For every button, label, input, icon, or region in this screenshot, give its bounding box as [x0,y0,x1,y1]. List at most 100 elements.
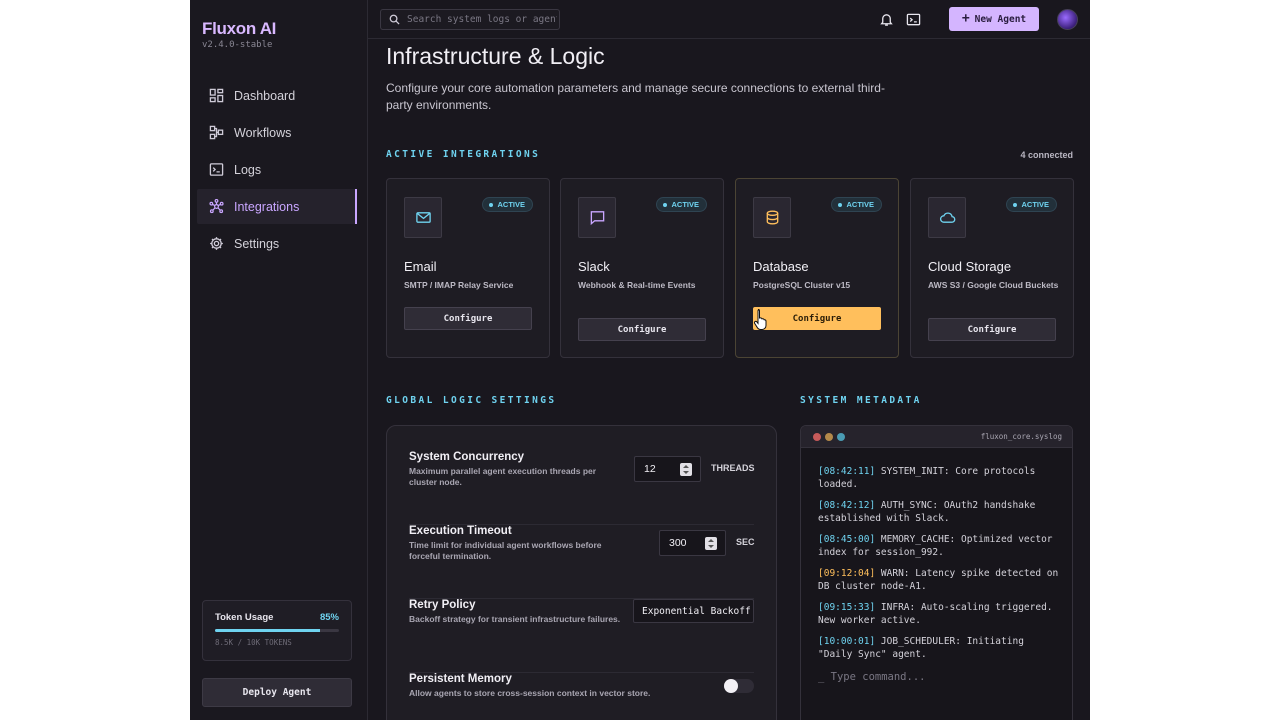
token-usage-detail: 8.5K / 10K TOKENS [215,638,292,647]
mail-icon [415,212,431,223]
app-window: Fluxon AI v2.4.0-stable Dashboard Workfl… [190,0,1090,720]
app-version: v2.4.0-stable [202,40,273,50]
persistent-memory-toggle[interactable] [724,679,754,693]
status-badge: ACTIVE [831,197,882,212]
status-badge: ACTIVE [656,197,707,212]
global-logic-settings-heading: GLOBAL LOGIC SETTINGS [386,395,557,406]
sidebar-item-logs[interactable]: Logs [197,152,357,187]
sidebar-item-label: Logs [234,162,262,177]
setting-concurrency: System Concurrency Maximum parallel agen… [409,451,755,525]
dashboard-icon [209,88,224,103]
sidebar-item-label: Integrations [234,199,300,214]
search-box[interactable] [380,9,560,30]
log-timestamp: [09:12:04] [818,568,876,579]
log-entry: [10:00:01] JOB_SCHEDULER: Initiating "Da… [818,635,1060,661]
sidebar-item-label: Dashboard [234,88,296,103]
configure-email-button[interactable]: Configure [404,307,532,330]
new-agent-button[interactable]: + New Agent [949,7,1039,31]
log-entry: [08:42:11] SYSTEM_INIT: Core protocols l… [818,465,1060,491]
terminal-icon[interactable] [906,12,921,27]
new-agent-label: New Agent [974,13,1027,25]
database-icon [766,210,778,225]
sidebar-item-dashboard[interactable]: Dashboard [197,78,357,113]
sidebar: Fluxon AI v2.4.0-stable Dashboard Workfl… [190,0,368,720]
concurrency-stepper[interactable]: 12 [634,456,701,482]
integration-description: AWS S3 / Google Cloud Buckets [928,280,1059,290]
integration-name: Cloud Storage [928,259,1012,274]
integration-description: SMTP / IMAP Relay Service [404,280,514,290]
log-timestamp: [10:00:01] [818,636,876,647]
setting-description: Time limit for individual agent workflow… [409,540,602,561]
system-metadata-heading: SYSTEM METADATA [800,395,922,406]
token-usage-percent: 85% [319,612,339,623]
maximize-dot-icon [837,433,845,441]
deploy-agent-button[interactable]: Deploy Agent [202,678,352,707]
integration-name: Slack [578,259,610,274]
sidebar-item-integrations[interactable]: Integrations [197,189,357,224]
page-description: Configure your core automation parameter… [386,81,885,112]
setting-description: Backoff strategy for transient infrastru… [409,614,621,624]
gear-icon [210,237,223,250]
sidebar-nav: Dashboard Workflows Logs Integrations Se… [197,78,357,263]
token-usage-card: Token Usage 85% 8.5K / 10K TOKENS [202,600,352,661]
log-timestamp: [08:45:00] [818,534,876,545]
avatar[interactable] [1057,9,1078,30]
concurrency-unit: THREADS [711,463,755,473]
top-bar: + New Agent [368,0,1090,39]
plus-icon: + [961,11,970,26]
system-metadata-terminal: fluxon_core.syslog [08:42:11] SYSTEM_INI… [800,425,1073,720]
terminal-icon [209,163,224,176]
connected-count: 4 connected [1020,150,1073,160]
setting-title: Persistent Memory [409,673,512,685]
setting-timeout: Execution Timeout Time limit for individ… [409,525,755,599]
setting-title: System Concurrency [409,451,525,463]
token-usage-label: Token Usage [215,612,274,623]
timeout-stepper[interactable]: 300 [659,530,726,556]
setting-description: Maximum parallel agent execution threads… [409,466,597,487]
bell-icon[interactable] [879,12,894,27]
integration-name: Database [753,259,809,274]
log-timestamp: [08:42:12] [818,500,876,511]
setting-retry-policy: Retry Policy Backoff strategy for transi… [409,599,754,673]
workflow-icon [209,125,224,140]
sidebar-item-workflows[interactable]: Workflows [197,115,357,150]
active-integrations-heading: ACTIVE INTEGRATIONS [386,149,541,160]
log-entry: [09:15:33] INFRA: Auto-scaling triggered… [818,601,1060,627]
configure-cloud-storage-button[interactable]: Configure [928,318,1056,341]
hand-cursor-icon [753,309,767,330]
chat-icon [590,211,604,226]
stepper-arrows-icon[interactable] [680,463,692,476]
hub-icon [209,199,224,214]
close-dot-icon [813,433,821,441]
log-list: [08:42:11] SYSTEM_INIT: Core protocols l… [801,448,1072,661]
configure-slack-button[interactable]: Configure [578,318,706,341]
integration-card-cloud-storage: ACTIVE Cloud Storage AWS S3 / Google Clo… [910,178,1074,358]
search-icon [389,14,400,25]
minimize-dot-icon [825,433,833,441]
integration-card-slack: ACTIVE Slack Webhook & Real-time Events … [560,178,724,358]
page-title: Infrastructure & Logic [386,43,605,69]
terminal-filename: fluxon_core.syslog [980,432,1062,441]
sidebar-item-label: Settings [234,236,280,251]
sidebar-item-label: Workflows [234,125,292,140]
configure-database-button[interactable]: Configure [753,307,881,330]
integration-card-email: ACTIVE Email SMTP / IMAP Relay Service C… [386,178,550,358]
status-badge: ACTIVE [1006,197,1057,212]
sidebar-item-settings[interactable]: Settings [197,226,357,261]
search-input[interactable] [407,14,557,25]
log-entry: [08:45:00] MEMORY_CACHE: Optimized vecto… [818,533,1060,559]
global-settings-panel: System Concurrency Maximum parallel agen… [386,425,777,720]
timeout-value: 300 [669,537,687,549]
terminal-header: fluxon_core.syslog [801,426,1072,448]
log-entry: [09:12:04] WARN: Latency spike detected … [818,567,1060,593]
integration-description: Webhook & Real-time Events [578,280,696,290]
stepper-arrows-icon[interactable] [705,537,717,550]
setting-description: Allow agents to store cross-session cont… [409,688,651,698]
app-logo: Fluxon AI [202,19,277,38]
concurrency-value: 12 [644,463,656,475]
command-input[interactable]: _ Type command... [818,671,1060,683]
main-content: Infrastructure & Logic Configure your co… [368,40,1090,720]
log-entry: [08:42:12] AUTH_SYNC: OAuth2 handshake e… [818,499,1060,525]
integration-card-database: ACTIVE Database PostgreSQL Cluster v15 C… [735,178,899,358]
retry-policy-select[interactable]: Exponential Backoff [633,599,754,623]
